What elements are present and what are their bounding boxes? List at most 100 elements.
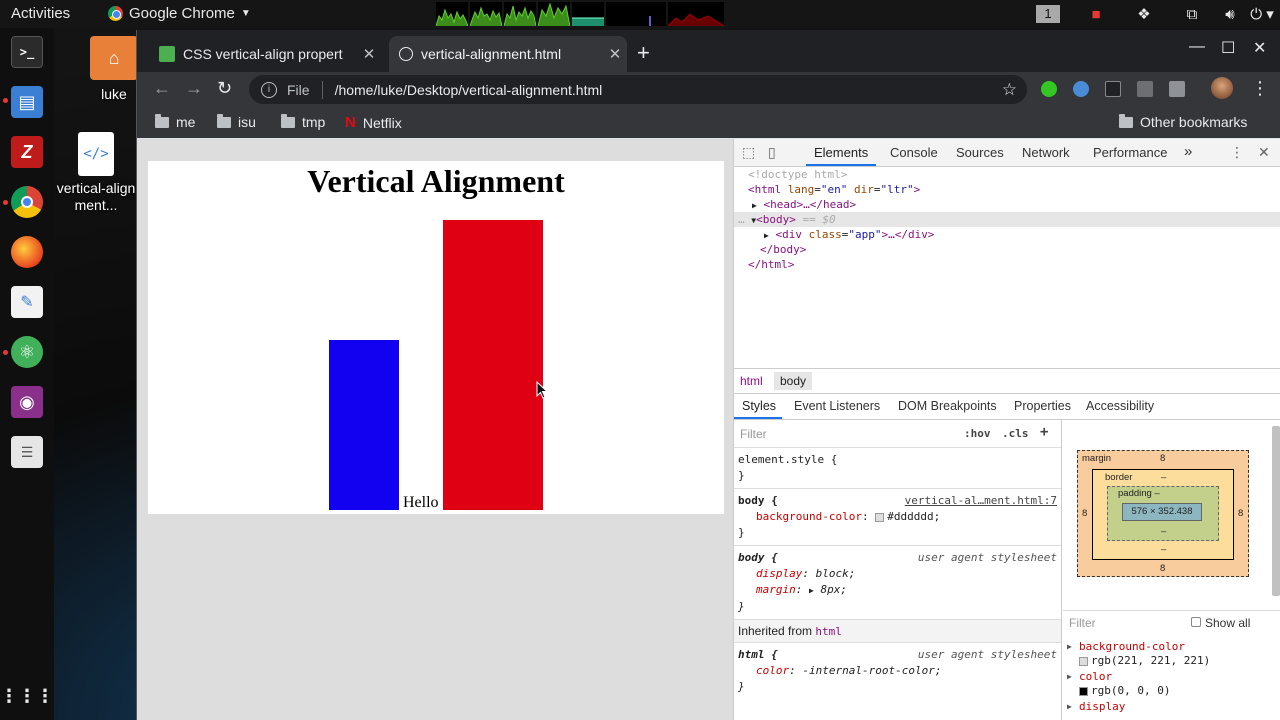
- terminal-icon[interactable]: >_: [11, 36, 43, 68]
- address-bar[interactable]: i File /home/luke/Desktop/vertical-align…: [249, 75, 1027, 104]
- property-name[interactable]: background-color: [756, 510, 862, 523]
- extension-globe-icon[interactable]: [1073, 81, 1089, 97]
- color-swatch[interactable]: [875, 512, 885, 522]
- computed-property[interactable]: ▶ display: [1063, 700, 1280, 714]
- atom-icon[interactable]: ⚛: [11, 336, 43, 368]
- tab-properties[interactable]: Properties: [1014, 399, 1071, 413]
- close-window-button[interactable]: ✕: [1253, 38, 1266, 58]
- volume-icon[interactable]: 🔊︎: [1216, 6, 1244, 23]
- margin-bottom-value[interactable]: 8: [1160, 563, 1165, 574]
- reload-button[interactable]: ↻: [217, 78, 232, 99]
- dom-body-node[interactable]: … ▼<body> == $0: [738, 212, 836, 228]
- tab-vertical-alignment[interactable]: vertical-alignment.html ✕: [389, 36, 627, 72]
- activities-button[interactable]: Activities: [11, 5, 70, 22]
- border-top-value[interactable]: –: [1161, 472, 1166, 483]
- breadcrumb-html[interactable]: html: [740, 374, 763, 388]
- tab-accessibility[interactable]: Accessibility: [1086, 399, 1154, 413]
- bookmark-folder-isu[interactable]: isu: [217, 113, 256, 130]
- chrome-dock-icon[interactable]: [11, 186, 43, 218]
- dom-head-node[interactable]: ▶ <head>…</head>: [752, 197, 856, 213]
- expand-triangle-icon[interactable]: ▶: [752, 201, 757, 210]
- dom-html-node[interactable]: <html lang="en" dir="ltr">: [748, 182, 920, 197]
- tab-performance[interactable]: Performance: [1093, 145, 1167, 160]
- tab-css-vertical-align[interactable]: CSS vertical-align propert ✕: [149, 36, 381, 72]
- screencast-icon[interactable]: ◉: [11, 386, 43, 418]
- text-editor-icon[interactable]: ✎: [11, 286, 43, 318]
- property-value[interactable]: #dddddd;: [887, 510, 940, 523]
- minimize-button[interactable]: —: [1189, 38, 1205, 56]
- expand-triangle-icon[interactable]: ▶: [764, 231, 769, 240]
- margin-right-value[interactable]: 8: [1238, 508, 1243, 519]
- computed-filter-input[interactable]: Filter: [1069, 616, 1096, 630]
- body-rule[interactable]: vertical-al…ment.html:7 body { backgroun…: [734, 489, 1061, 546]
- margin-left-value[interactable]: 8: [1082, 508, 1087, 519]
- tab-sources[interactable]: Sources: [956, 145, 1004, 160]
- device-toolbar-icon[interactable]: ▯: [768, 144, 776, 161]
- tab-dom-breakpoints[interactable]: DOM Breakpoints: [898, 399, 997, 413]
- inherited-element-link[interactable]: html: [815, 625, 842, 638]
- profile-avatar[interactable]: [1211, 77, 1233, 99]
- expand-triangle-icon[interactable]: ▶: [809, 586, 814, 595]
- computed-property[interactable]: ▶ color rgb(0, 0, 0): [1063, 670, 1280, 698]
- close-tab-icon[interactable]: ✕: [357, 45, 381, 63]
- computed-property[interactable]: ▶ background-color rgb(221, 221, 221): [1063, 640, 1280, 668]
- workspace-indicator[interactable]: 1: [1024, 5, 1072, 23]
- extension-screenshot-icon[interactable]: [1169, 81, 1185, 97]
- tab-console[interactable]: Console: [890, 145, 938, 160]
- bookmark-folder-me[interactable]: me: [155, 113, 195, 130]
- back-button[interactable]: ←: [153, 78, 171, 99]
- tab-event-listeners[interactable]: Event Listeners: [794, 399, 880, 413]
- padding-bottom-value[interactable]: –: [1161, 526, 1166, 537]
- show-all-checkbox[interactable]: [1191, 617, 1201, 627]
- tab-styles[interactable]: Styles: [742, 399, 776, 413]
- spreadsheet-icon[interactable]: ☰: [11, 436, 43, 468]
- class-toggle[interactable]: .cls: [1002, 427, 1029, 440]
- add-rule-icon[interactable]: +: [1040, 424, 1048, 440]
- firefox-icon[interactable]: [11, 236, 43, 268]
- files-icon[interactable]: ▤: [11, 86, 43, 118]
- extension-green-icon[interactable]: [1041, 81, 1057, 97]
- expand-triangle-icon[interactable]: ▶: [1067, 700, 1072, 714]
- hover-state-toggle[interactable]: :hov: [964, 427, 991, 440]
- close-devtools-icon[interactable]: ✕: [1258, 144, 1270, 161]
- scrollbar[interactable]: [1272, 426, 1280, 596]
- box-model-margin[interactable]: margin 8 8 8 8 border – – padding – – 57…: [1077, 450, 1249, 577]
- filezilla-icon[interactable]: Z: [11, 136, 43, 168]
- box-model-content[interactable]: 576 × 352.438: [1122, 503, 1202, 521]
- more-tabs-icon[interactable]: »: [1184, 143, 1192, 160]
- maximize-button[interactable]: ☐: [1221, 38, 1235, 58]
- inspect-element-icon[interactable]: ⬚: [742, 144, 755, 161]
- tab-elements[interactable]: Elements: [814, 145, 868, 160]
- rule-source-link[interactable]: vertical-al…ment.html:7: [905, 493, 1057, 509]
- new-tab-button[interactable]: +: [637, 40, 650, 66]
- show-applications-icon[interactable]: ⋮⋮⋮: [0, 680, 54, 712]
- html-file-icon[interactable]: </> vertical-alignment...: [54, 132, 138, 214]
- expand-triangle-icon[interactable]: ▶: [1067, 640, 1072, 654]
- dom-div-node[interactable]: ▶ <div class="app">…</div>: [764, 227, 934, 243]
- chrome-menu-icon[interactable]: ⋮: [1251, 78, 1269, 99]
- devtools-menu-icon[interactable]: ⋮: [1230, 144, 1244, 161]
- element-style-rule[interactable]: element.style { }: [734, 448, 1061, 489]
- extension-terminal-icon[interactable]: [1105, 81, 1121, 97]
- other-bookmarks[interactable]: Other bookmarks: [1119, 113, 1247, 130]
- breadcrumb-body[interactable]: body: [774, 372, 813, 390]
- info-icon[interactable]: i: [261, 81, 277, 98]
- close-tab-icon[interactable]: ✕: [603, 45, 627, 63]
- bookmark-star-icon[interactable]: ☆: [1002, 80, 1017, 100]
- network-icon[interactable]: ⧉: [1168, 6, 1216, 23]
- app-menu[interactable]: Google Chrome ▼: [108, 5, 251, 22]
- dropbox-icon[interactable]: ❖: [1120, 5, 1168, 23]
- extension-dropbox-icon[interactable]: [1137, 81, 1153, 97]
- border-bottom-value[interactable]: –: [1161, 544, 1166, 555]
- expand-triangle-icon[interactable]: ▶: [1067, 670, 1072, 684]
- screen-recorder-icon[interactable]: ■: [1072, 6, 1120, 23]
- tab-network[interactable]: Network: [1022, 145, 1070, 160]
- margin-top-value[interactable]: 8: [1160, 453, 1165, 464]
- bookmark-folder-tmp[interactable]: tmp: [281, 113, 325, 130]
- box-model-border[interactable]: border – – padding – – 576 × 352.438: [1092, 469, 1234, 560]
- bookmark-netflix[interactable]: N Netflix: [345, 114, 402, 131]
- box-model-padding[interactable]: padding – – 576 × 352.438: [1107, 486, 1219, 541]
- styles-filter-input[interactable]: Filter: [740, 427, 767, 441]
- forward-button[interactable]: →: [185, 78, 203, 99]
- power-icon[interactable]: ⏻ ▾: [1244, 5, 1280, 23]
